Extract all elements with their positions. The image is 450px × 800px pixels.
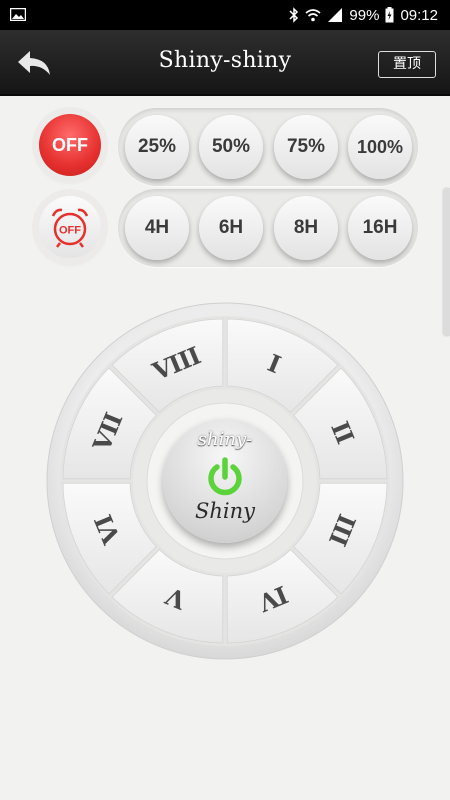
timer-8h-button[interactable]: 8H [274,196,338,260]
clock: 09:12 [400,6,438,24]
signal-icon [328,8,343,22]
timer-off-label: OFF [59,225,81,237]
timer-16h-button[interactable]: 16H [348,196,412,260]
brightness-25-button[interactable]: 25% [125,115,189,179]
brand-bottom: Shiny [194,499,256,523]
brand-top: shiny- [197,429,253,450]
power-icon [208,457,242,496]
side-drawer-handle[interactable] [444,188,450,336]
power-off-button[interactable]: OFF [39,114,101,176]
mode-dial: I II III IV V VI VII VIII shiny- Shiny [45,301,405,661]
battery-percent: 99% [349,6,380,24]
wifi-icon [305,9,321,22]
timer-off-button[interactable]: OFF [39,196,101,258]
timer-6h-button[interactable]: 6H [199,196,263,260]
status-bar: 99% 09:12 [0,0,450,30]
brightness-50-button[interactable]: 50% [199,115,263,179]
app-header: Shiny-shiny 置顶 [0,30,450,96]
timer-4h-button[interactable]: 4H [125,196,189,260]
alarm-clock-icon: OFF [51,208,89,248]
power-toggle-button[interactable]: shiny- Shiny [163,419,287,543]
image-icon [10,8,26,21]
bluetooth-icon [289,7,299,23]
brightness-100-button[interactable]: 100% [348,115,412,179]
battery-icon [385,7,394,23]
brightness-75-button[interactable]: 75% [274,115,338,179]
power-off-label: OFF [52,134,88,155]
pin-to-top-button[interactable]: 置顶 [378,51,436,78]
